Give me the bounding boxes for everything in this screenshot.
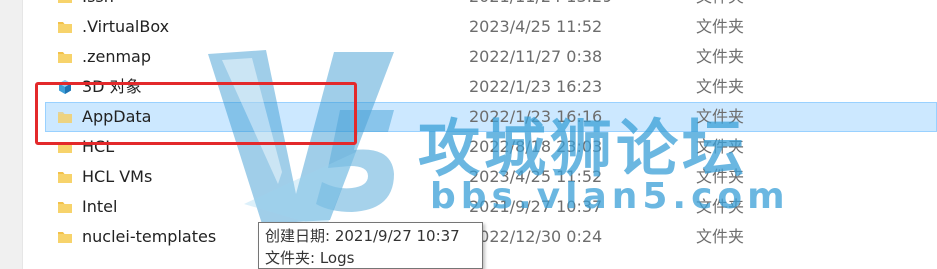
file-name: nuclei-templates (82, 227, 217, 246)
file-name: HCL (82, 137, 115, 156)
file-type: 文件夹 (696, 0, 744, 12)
file-type: 文件夹 (696, 107, 745, 126)
file-name: .zenmap (82, 47, 152, 66)
modified-date: 2022/11/27 0:38 (469, 47, 603, 66)
file-type: 文件夹 (696, 197, 745, 216)
list-item[interactable]: .ssh 2021/11/24 13:29 文件夹 (45, 0, 937, 12)
modified-date: 2021/11/24 13:29 (469, 0, 612, 12)
folder-tooltip: 创建日期: 2021/9/27 10:37 文件夹: Logs (258, 222, 483, 269)
file-name: .ssh (82, 0, 114, 12)
3d-objects-icon (59, 80, 71, 94)
file-type: 文件夹 (696, 17, 745, 36)
file-type: 文件夹 (696, 47, 745, 66)
file-name: .VirtualBox (82, 17, 170, 36)
list-item[interactable]: nuclei-templates 2022/12/30 0:24 文件夹 (45, 222, 937, 252)
tooltip-created-date: 创建日期: 2021/9/27 10:37 (265, 227, 460, 245)
list-item[interactable]: Intel 2021/9/27 10:37 文件夹 (45, 192, 937, 222)
list-item[interactable]: .zenmap 2022/11/27 0:38 文件夹 (45, 42, 937, 72)
folder-icon (58, 0, 72, 3)
file-name: AppData (82, 107, 152, 126)
file-type: 文件夹 (696, 167, 745, 186)
file-name: HCL VMs (82, 167, 153, 186)
modified-date: 2022/8/18 23:03 (469, 137, 603, 156)
list-item[interactable]: .VirtualBox 2023/4/25 11:52 文件夹 (45, 12, 937, 42)
list-item[interactable]: 3D 对象 2022/1/23 16:23 文件夹 (45, 72, 937, 102)
folder-icon (58, 172, 72, 183)
tooltip-folder-contents: 文件夹: Logs (265, 249, 355, 267)
file-type: 文件夹 (696, 227, 745, 246)
modified-date: 2022/1/23 16:16 (469, 107, 603, 126)
modified-date: 2022/1/23 16:23 (469, 77, 603, 96)
modified-date: 2022/12/30 0:24 (469, 227, 603, 246)
modified-date: 2023/4/25 11:52 (469, 167, 603, 186)
folder-icon (58, 22, 72, 33)
folder-icon (58, 112, 72, 123)
file-name: Intel (82, 197, 118, 216)
folder-icon (58, 52, 72, 63)
list-item[interactable]: HCL VMs 2023/4/25 11:52 文件夹 (45, 162, 937, 192)
file-explorer-window: .ssh 2021/11/24 13:29 文件夹 .VirtualBox 20… (0, 0, 937, 269)
file-type: 文件夹 (696, 77, 745, 96)
list-item[interactable]: HCL 2022/8/18 23:03 文件夹 (45, 132, 937, 162)
file-name: 3D 对象 (82, 77, 142, 96)
file-type: 文件夹 (696, 137, 745, 156)
file-list: .ssh 2021/11/24 13:29 文件夹 .VirtualBox 20… (45, 0, 937, 252)
navigation-pane[interactable] (0, 0, 23, 269)
modified-date: 2021/9/27 10:37 (469, 197, 603, 216)
folder-icon (58, 202, 72, 213)
list-item-hovered[interactable]: AppData 2022/1/23 16:16 文件夹 (45, 102, 937, 132)
modified-date: 2023/4/25 11:52 (469, 17, 603, 36)
folder-icon (58, 232, 72, 243)
folder-icon (58, 142, 72, 153)
